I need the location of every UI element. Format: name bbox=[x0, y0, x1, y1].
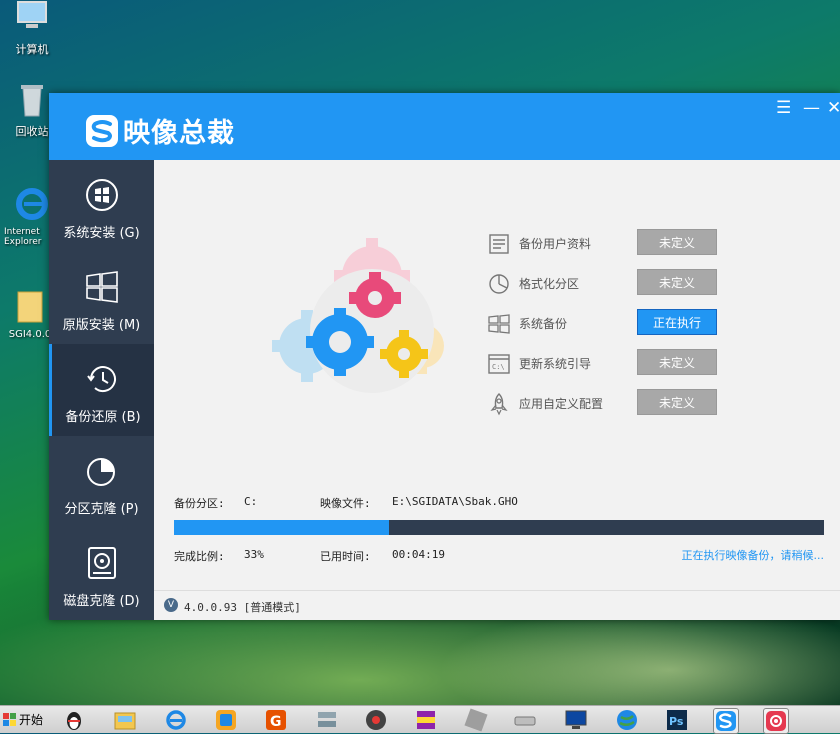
file-explorer-icon[interactable] bbox=[113, 708, 137, 732]
sidebar-item-backup-restore[interactable]: 备份还原 (B) bbox=[49, 344, 154, 436]
taskbar: 开始 G Ps bbox=[0, 705, 840, 734]
progress-fill bbox=[174, 520, 389, 535]
boot-console-icon: C:\ bbox=[488, 354, 510, 374]
task-status-button[interactable]: 未定义 bbox=[637, 349, 717, 375]
ie-icon bbox=[16, 188, 48, 220]
elapsed-label: 已用时间: bbox=[320, 550, 371, 563]
version-badge: V bbox=[164, 598, 178, 612]
task-status-button[interactable]: 未定义 bbox=[637, 389, 717, 415]
backup-restore-icon bbox=[87, 366, 116, 393]
task-label: 更新系统引导 bbox=[519, 357, 592, 371]
windows-orb-icon bbox=[85, 179, 118, 211]
document-icon bbox=[489, 234, 509, 254]
monitor-icon[interactable] bbox=[564, 708, 588, 732]
windows-flag-icon bbox=[3, 712, 16, 726]
task-label: 系统备份 bbox=[519, 317, 568, 331]
windows-logo-icon bbox=[488, 314, 510, 334]
menu-button[interactable]: ☰ bbox=[776, 99, 791, 117]
task-label: 格式化分区 bbox=[519, 277, 580, 291]
sidebar-item-label: 系统安装 (G) bbox=[63, 226, 140, 241]
sgi-app-icon[interactable] bbox=[713, 708, 739, 734]
sidebar: 系统安装 (G) 原版安装 (M) 备份还原 (B) 分区克隆 (P) 磁盘克隆… bbox=[49, 160, 154, 620]
desktop-icon-label: 计算机 bbox=[15, 43, 49, 56]
rocket-icon bbox=[490, 393, 508, 416]
progress-bar bbox=[174, 520, 824, 535]
progress-value: 33% bbox=[244, 548, 264, 561]
globe-icon[interactable] bbox=[615, 708, 639, 732]
app-window: 映像总裁 ☰ — ✕ 系统安装 (G) 原版安装 (M) 备份还原 (B) 分区… bbox=[49, 93, 840, 620]
sidebar-item-label: 备份还原 (B) bbox=[65, 410, 141, 425]
ghost-tool-icon[interactable]: G bbox=[264, 708, 288, 732]
backup-partition-label: 备份分区: bbox=[174, 497, 225, 510]
sidebar-item-label: 磁盘克隆 (D) bbox=[63, 594, 140, 609]
close-button[interactable]: ✕ bbox=[827, 99, 840, 117]
version-text: 4.0.0.93 [普通模式] bbox=[184, 601, 301, 614]
disk-icon bbox=[87, 547, 116, 579]
progress-label: 完成比例: bbox=[174, 550, 225, 563]
disc-tool-icon[interactable] bbox=[364, 708, 388, 732]
backup-partition-value: C: bbox=[244, 495, 258, 508]
image-file-label: 映像文件: bbox=[320, 497, 371, 510]
hard-drive-icon[interactable] bbox=[513, 708, 537, 732]
svg-text:G: G bbox=[270, 714, 282, 730]
svg-text:C:\: C:\ bbox=[492, 363, 505, 371]
svg-text:Ps: Ps bbox=[669, 715, 684, 728]
computer-icon bbox=[17, 1, 47, 28]
desktop-icon-computer[interactable]: 计算机 bbox=[2, 0, 62, 57]
elapsed-value: 00:04:19 bbox=[392, 548, 445, 561]
floppy-tool-icon[interactable] bbox=[464, 708, 488, 732]
screen-capture-icon[interactable] bbox=[763, 708, 789, 734]
task-row-update-boot: C:\ 更新系统引导 未定义 bbox=[487, 349, 727, 379]
task-label: 备份用户资料 bbox=[519, 237, 592, 251]
task-row-backup-user-data: 备份用户资料 未定义 bbox=[487, 229, 727, 259]
task-label: 应用自定义配置 bbox=[519, 397, 604, 411]
ie-icon[interactable] bbox=[164, 708, 188, 732]
sidebar-item-label: 分区克隆 (P) bbox=[64, 502, 139, 517]
app-logo-icon bbox=[86, 114, 118, 147]
task-status-button[interactable]: 未定义 bbox=[637, 229, 717, 255]
network-tool-icon[interactable] bbox=[315, 708, 339, 732]
start-button[interactable]: 开始 bbox=[0, 708, 50, 731]
sidebar-item-system-install[interactable]: 系统安装 (G) bbox=[49, 160, 154, 252]
task-row-format-partition: 格式化分区 未定义 bbox=[487, 269, 727, 299]
task-row-system-backup: 系统备份 正在执行 bbox=[487, 309, 727, 339]
task-status-button[interactable]: 正在执行 bbox=[637, 309, 717, 335]
winrar-icon[interactable] bbox=[414, 708, 438, 732]
pie-chart-icon bbox=[86, 458, 115, 486]
status-text: 正在执行映像备份，请稍候... bbox=[681, 549, 825, 562]
folder-icon bbox=[17, 291, 43, 323]
start-label: 开始 bbox=[19, 713, 44, 727]
main-content: 备份用户资料 未定义 格式化分区 未定义 系统备份 正在执行 C:\ 更新系统引… bbox=[154, 160, 840, 620]
qq-penguin-icon[interactable] bbox=[62, 708, 86, 732]
partition-icon bbox=[489, 274, 509, 294]
task-status-button[interactable]: 未定义 bbox=[637, 269, 717, 295]
image-file-value: E:\SGIDATA\Sbak.GHO bbox=[392, 495, 518, 508]
sidebar-item-partition-clone[interactable]: 分区克隆 (P) bbox=[49, 436, 154, 528]
sidebar-item-original-install[interactable]: 原版安装 (M) bbox=[49, 252, 154, 344]
app-logo: 映像总裁 bbox=[85, 111, 235, 150]
minimize-button[interactable]: — bbox=[803, 99, 820, 117]
window-app-icon[interactable] bbox=[214, 708, 238, 732]
recycle-bin-icon bbox=[21, 85, 43, 117]
windows-logo-icon bbox=[85, 271, 118, 303]
app-title: 映像总裁 bbox=[123, 118, 235, 149]
footer: V 4.0.0.93 [普通模式] bbox=[154, 590, 840, 621]
title-bar[interactable]: 映像总裁 ☰ — ✕ bbox=[49, 93, 840, 160]
task-row-apply-config: 应用自定义配置 未定义 bbox=[487, 389, 727, 419]
gears-illustration-icon bbox=[272, 238, 444, 393]
sidebar-item-label: 原版安装 (M) bbox=[62, 318, 141, 333]
photoshop-icon[interactable]: Ps bbox=[665, 708, 689, 732]
sidebar-item-disk-clone[interactable]: 磁盘克隆 (D) bbox=[49, 528, 154, 620]
